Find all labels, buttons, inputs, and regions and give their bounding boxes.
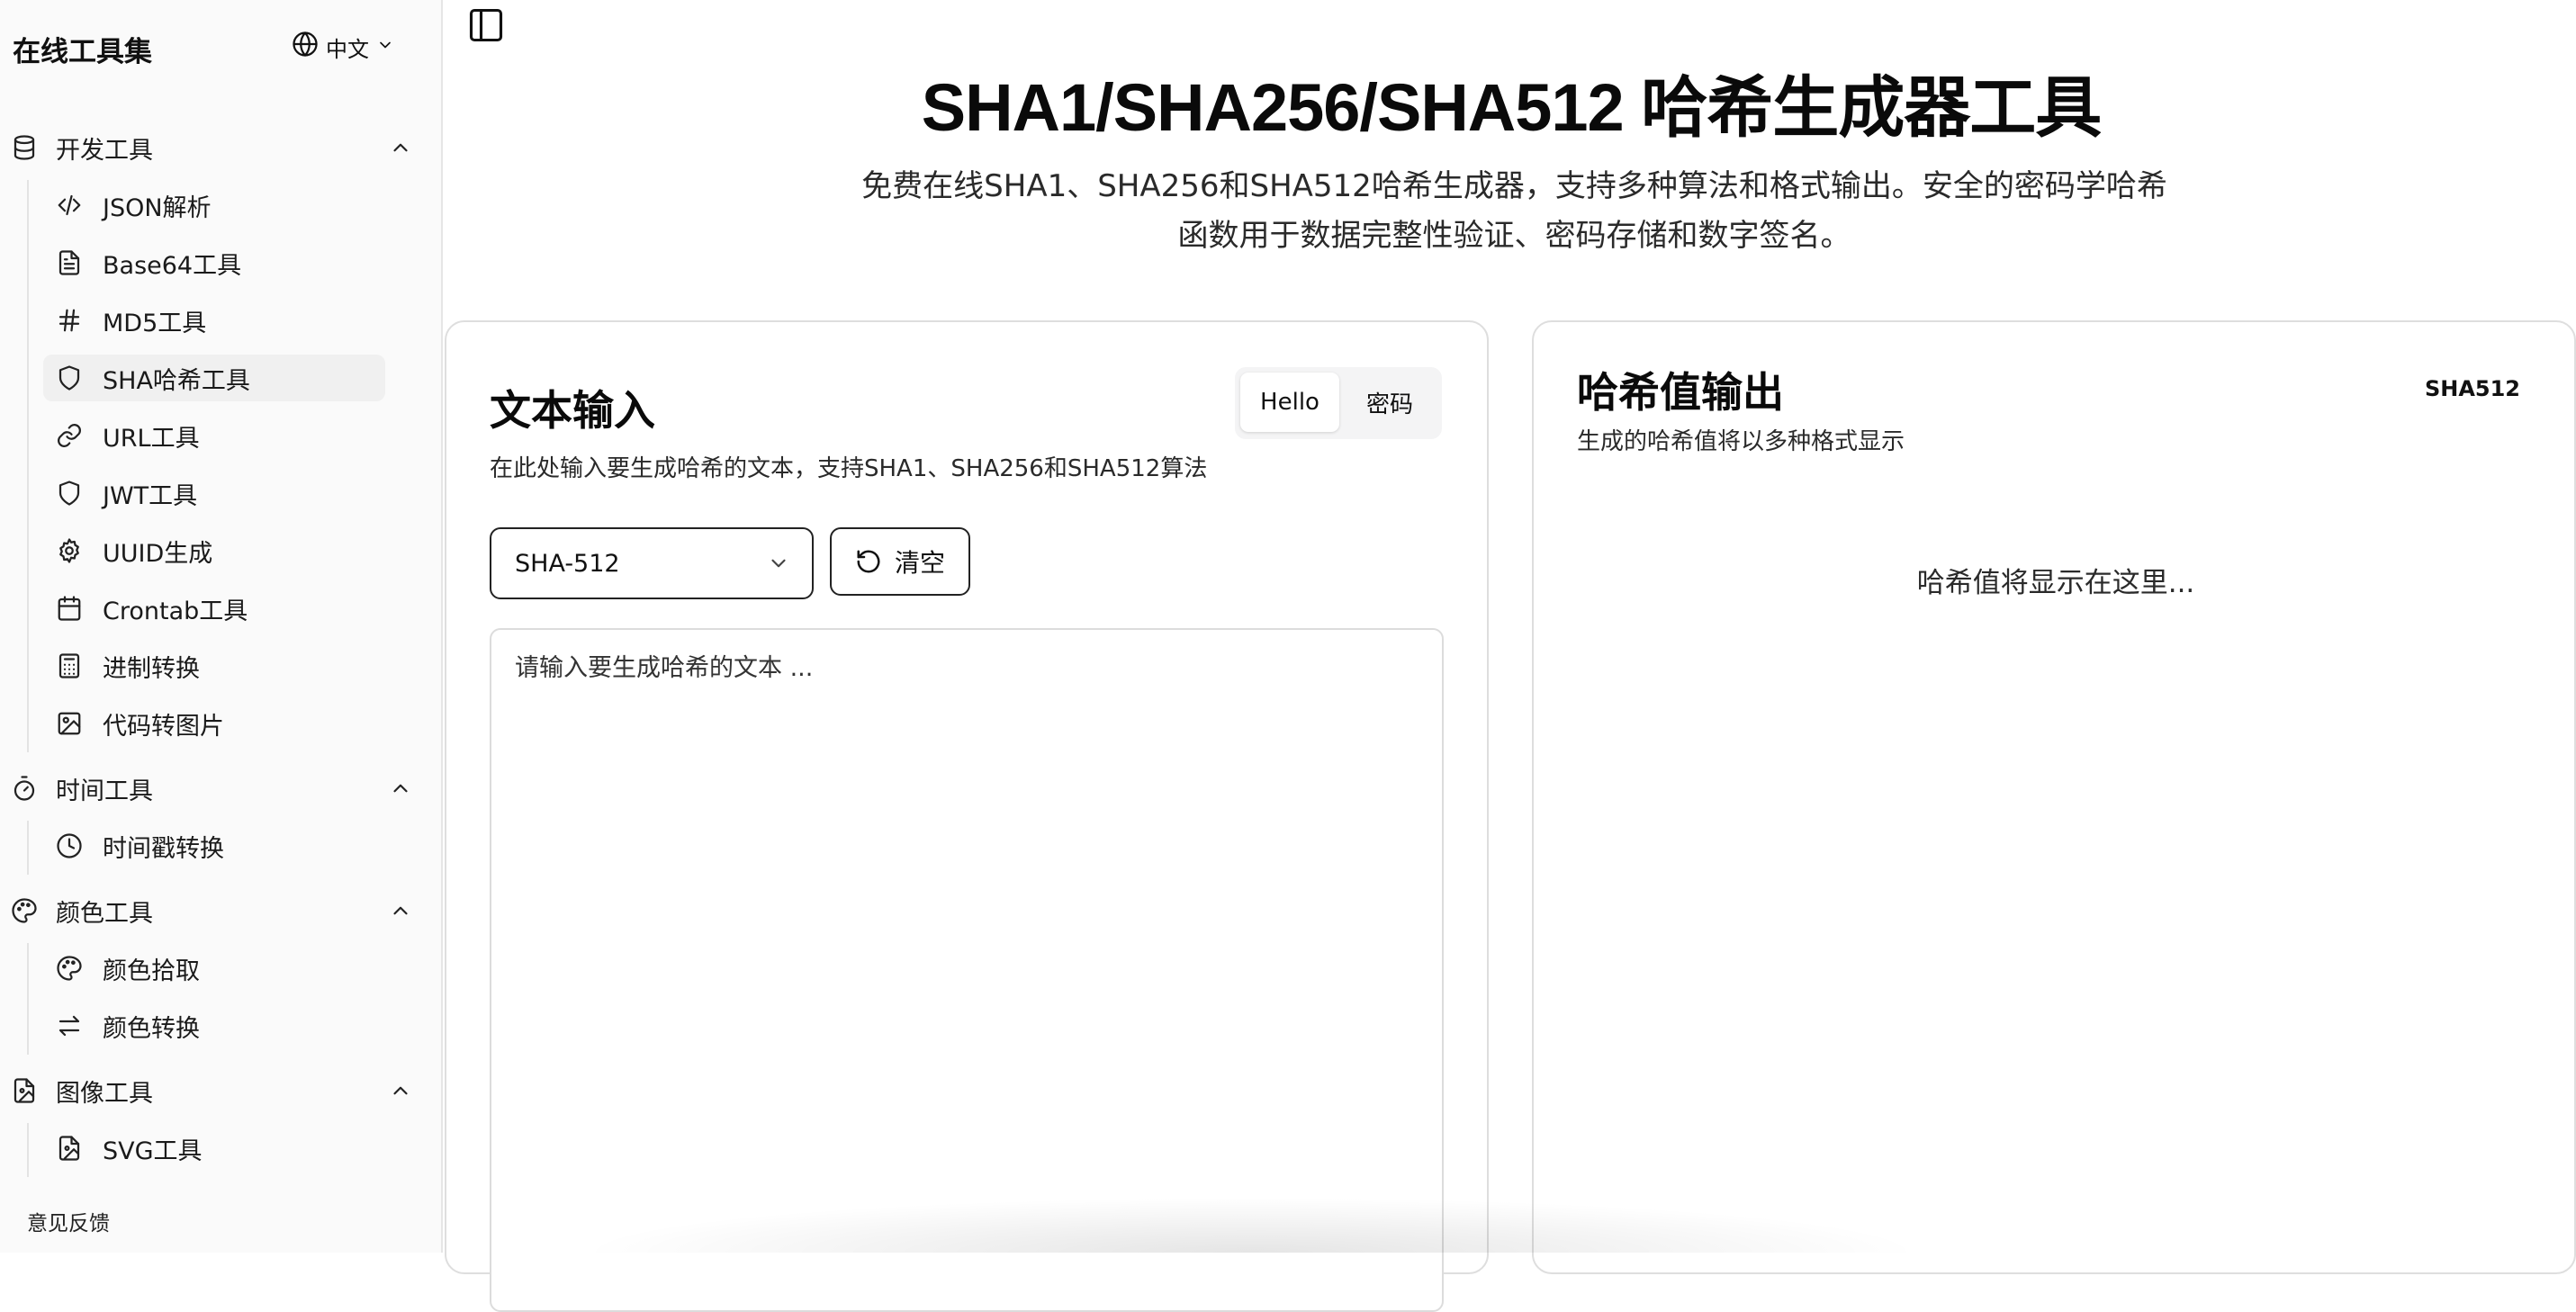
hash-icon <box>56 307 83 334</box>
sidebar-item-label: JWT工具 <box>103 481 198 510</box>
sidebar-item-jwt[interactable]: JWT工具 <box>43 470 385 517</box>
sidebar-item-label: 颜色转换 <box>103 1014 200 1043</box>
shield-icon <box>56 364 83 391</box>
preset-hello-button[interactable]: Hello <box>1240 373 1339 432</box>
chevron-up-icon[interactable] <box>389 777 412 800</box>
hash-output-card: 哈希值输出 生成的哈希值将以多种格式显示 SHA512 哈希值将显示在这里... <box>1532 320 2576 1274</box>
group-label: 颜色工具 <box>56 899 153 928</box>
clear-button-label: 清空 <box>894 548 945 578</box>
file-image-icon <box>56 1135 83 1162</box>
sidebar: 在线工具集 中文 开发工具 JSON解析 Base64工具 MD5工具 SHA哈… <box>0 0 443 1253</box>
preset-password-button[interactable]: 密码 <box>1343 373 1437 432</box>
sidebar-item-uuid[interactable]: UUID生成 <box>43 527 385 574</box>
chevron-down-icon <box>376 34 394 59</box>
group-dev-tools[interactable]: 开发工具 <box>11 124 418 171</box>
sidebar-item-label: Base64工具 <box>103 251 242 280</box>
timer-icon <box>11 775 38 802</box>
shield-icon <box>56 480 83 507</box>
sidebar-item-label: URL工具 <box>103 424 200 453</box>
file-image-icon <box>11 1077 38 1104</box>
sidebar-item-color-picker[interactable]: 颜色拾取 <box>43 945 385 992</box>
sidebar-item-color-convert[interactable]: 颜色转换 <box>43 1002 385 1049</box>
sidebar-item-label: Crontab工具 <box>103 597 248 625</box>
sidebar-item-label: SHA哈希工具 <box>103 366 250 395</box>
arrows-swap-icon <box>56 1012 83 1039</box>
algorithm-value: SHA-512 <box>515 549 620 578</box>
sidebar-item-label: JSON解析 <box>103 193 212 222</box>
sidebar-item-crontab[interactable]: Crontab工具 <box>43 585 385 632</box>
code-icon <box>56 192 83 219</box>
sidebar-item-code-image[interactable]: 代码转图片 <box>43 700 385 747</box>
sidebar-item-label: UUID生成 <box>103 539 213 568</box>
app-brand: 在线工具集 <box>13 36 152 68</box>
clock-icon <box>56 832 83 859</box>
sidebar-item-timestamp[interactable]: 时间戳转换 <box>43 822 385 869</box>
algorithm-select[interactable]: SHA-512 <box>490 527 814 599</box>
calculator-icon <box>56 652 83 679</box>
chevron-up-icon[interactable] <box>389 1079 412 1102</box>
globe-icon <box>292 31 319 63</box>
link-icon <box>56 422 83 449</box>
algorithm-badge: SHA512 <box>2424 376 2520 401</box>
text-input[interactable] <box>490 628 1444 1312</box>
calendar-icon <box>56 595 83 622</box>
sidebar-item-label: 颜色拾取 <box>103 957 200 985</box>
submenu-divider <box>27 180 29 752</box>
submenu-divider <box>27 821 29 875</box>
sidebar-item-md5[interactable]: MD5工具 <box>43 297 385 344</box>
sidebar-item-json[interactable]: JSON解析 <box>43 182 385 229</box>
palette-icon <box>56 955 83 982</box>
group-label: 图像工具 <box>56 1079 153 1108</box>
group-image-tools[interactable]: 图像工具 <box>11 1067 418 1114</box>
subtitle-line: 函数用于数据完整性验证、密码存储和数字签名。 <box>1177 218 1851 254</box>
sidebar-item-label: 时间戳转换 <box>103 834 224 863</box>
sidebar-item-label: 代码转图片 <box>103 712 224 741</box>
submenu-divider <box>27 943 29 1055</box>
sidebar-item-label: 进制转换 <box>103 654 200 683</box>
card-description: 在此处输入要生成哈希的文本，支持SHA1、SHA256和SHA512算法 <box>490 455 1208 482</box>
page-subtitle: 免费在线SHA1、SHA256和SHA512哈希生成器，支持多种算法和格式输出。… <box>824 162 2205 261</box>
feedback-link[interactable]: 意见反馈 <box>27 1206 110 1236</box>
clear-button[interactable]: 清空 <box>830 527 970 596</box>
group-time-tools[interactable]: 时间工具 <box>11 765 418 812</box>
sidebar-item-svg[interactable]: SVG工具 <box>43 1125 385 1172</box>
hash-output-placeholder: 哈希值将显示在这里... <box>1916 567 2195 599</box>
group-label: 时间工具 <box>56 777 153 805</box>
language-label: 中文 <box>326 36 369 62</box>
panel-left-icon <box>466 5 506 45</box>
palette-icon <box>11 897 38 924</box>
card-title: 哈希值输出 <box>1577 368 1784 417</box>
group-label: 开发工具 <box>56 136 153 165</box>
file-text-icon <box>56 249 83 276</box>
page-title: SHA1/SHA256/SHA512 哈希生成器工具 <box>921 70 2102 145</box>
image-icon <box>56 710 83 737</box>
sidebar-item-url[interactable]: URL工具 <box>43 412 385 459</box>
chevron-up-icon[interactable] <box>389 899 412 922</box>
preset-toggle: Hello 密码 <box>1235 367 1442 439</box>
language-switcher[interactable]: 中文 <box>292 31 394 63</box>
database-icon <box>11 134 38 161</box>
sidebar-item-label: MD5工具 <box>103 309 207 337</box>
text-input-card: 文本输入 在此处输入要生成哈希的文本，支持SHA1、SHA256和SHA512算… <box>445 320 1489 1312</box>
card-description: 生成的哈希值将以多种格式显示 <box>1577 428 1905 455</box>
gear-icon <box>56 537 83 564</box>
submenu-divider <box>27 1123 29 1177</box>
chevron-down-icon <box>767 552 790 575</box>
card-title: 文本输入 <box>490 386 655 435</box>
group-color-tools[interactable]: 颜色工具 <box>11 887 418 934</box>
sidebar-item-base64[interactable]: Base64工具 <box>43 239 385 286</box>
subtitle-line: 免费在线SHA1、SHA256和SHA512哈希生成器，支持多种算法和格式输出。… <box>861 168 2167 204</box>
sidebar-toggle-button[interactable] <box>466 5 506 45</box>
sidebar-item-label: SVG工具 <box>103 1137 203 1165</box>
sidebar-item-radix[interactable]: 进制转换 <box>43 643 385 689</box>
sidebar-item-sha[interactable]: SHA哈希工具 <box>43 355 385 401</box>
rotate-ccw-icon <box>855 548 882 575</box>
chevron-up-icon[interactable] <box>389 136 412 159</box>
